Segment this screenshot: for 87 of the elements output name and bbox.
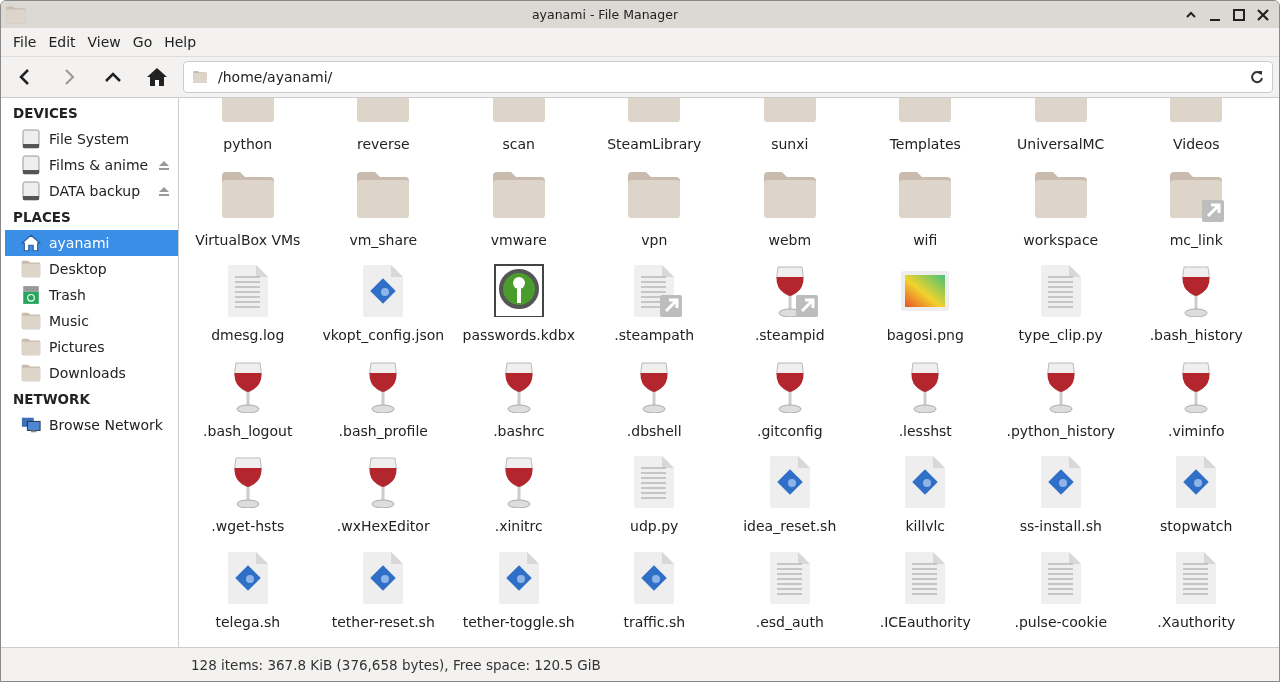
directory-entry[interactable]: .ICEauthority <box>857 545 993 642</box>
trash-icon <box>21 285 41 305</box>
directory-entry[interactable]: .bash_history <box>1128 259 1264 355</box>
sidebar-item[interactable]: Trash <box>5 282 178 308</box>
sidebar-item[interactable]: Browse Network <box>5 412 178 438</box>
directory-entry[interactable]: reverse <box>315 98 451 164</box>
directory-entry[interactable]: .lesshst <box>857 354 993 451</box>
sidebar-heading: DEVICES <box>12 104 79 123</box>
desktop-folder-icon <box>21 259 41 279</box>
drive-icon <box>21 155 41 175</box>
location-bar[interactable]: /home/ayanami/ <box>183 61 1273 93</box>
directory-entry[interactable]: bagosi.png <box>857 259 993 355</box>
directory-entry[interactable]: Templates <box>857 98 993 164</box>
window-title: ayanami - File Manager <box>530 7 680 22</box>
directory-entry[interactable]: .dbshell <box>586 354 722 451</box>
directory-entry[interactable]: telega.sh <box>180 545 316 642</box>
sidebar-item[interactable]: File System <box>5 126 178 152</box>
directory-entry[interactable]: traffic.sh <box>586 545 722 642</box>
directory-entry[interactable]: python <box>180 98 316 164</box>
directory-entry[interactable]: .python_history <box>993 354 1129 451</box>
menu-item[interactable]: Go <box>126 34 159 50</box>
directory-entry[interactable]: sunxi <box>722 98 858 164</box>
directory-entry[interactable]: stopwatch <box>1128 450 1264 546</box>
sidebar-item[interactable]: Desktop <box>5 256 178 282</box>
directory-entry[interactable]: ss-install.sh <box>993 450 1129 546</box>
directory-entry[interactable]: .viminfo <box>1128 354 1264 451</box>
eject-icon[interactable] <box>158 186 170 196</box>
music-folder-icon <box>21 311 41 331</box>
directory-entry[interactable]: .pulse-cookie <box>993 545 1129 642</box>
sidebar-heading: NETWORK <box>12 390 91 409</box>
directory-entry[interactable]: vpn <box>586 163 722 260</box>
drive-icon <box>21 129 41 149</box>
directory-entry[interactable]: vkopt_config.json <box>315 259 451 355</box>
status-bar: 128 items: 367.8 KiB (376,658 bytes), Free space: 120.5 GiB <box>1 647 1279 681</box>
directory-entry[interactable]: mc_link <box>1128 163 1264 260</box>
directory-entry[interactable]: .wget-hsts <box>180 450 316 546</box>
directory-entry[interactable]: .bashrc <box>451 354 587 451</box>
directory-entry[interactable]: VirtualBox VMs <box>180 163 316 260</box>
directory-entry[interactable]: .gitconfig <box>722 354 858 451</box>
menu-item[interactable]: Edit <box>42 34 82 50</box>
directory-entry[interactable]: killvlc <box>857 450 993 546</box>
menu-item[interactable]: File <box>7 34 43 50</box>
directory-entry[interactable]: udp.py <box>586 450 722 546</box>
directory-entry[interactable]: UniversalMC <box>993 98 1129 164</box>
directory-entry[interactable]: passwords.kdbx <box>451 259 587 355</box>
directory-entry[interactable]: vm_share <box>315 163 451 260</box>
directory-entry[interactable]: .steampid <box>722 259 858 355</box>
close-button[interactable] <box>1255 6 1271 23</box>
directory-entry[interactable]: wifi <box>857 163 993 260</box>
directory-entry[interactable]: tether-reset.sh <box>315 545 451 642</box>
sidebar-heading: PLACES <box>12 208 72 227</box>
directory-entry[interactable]: Videos <box>1128 98 1264 164</box>
directory-entry[interactable]: .bash_profile <box>315 354 451 451</box>
directory-entry[interactable]: .bash_logout <box>180 354 316 451</box>
directory-entry[interactable]: SteamLibrary <box>586 98 722 164</box>
directory-entry[interactable]: webm <box>722 163 858 260</box>
sidebar-item[interactable]: Downloads <box>5 360 178 386</box>
location-field[interactable]: /home/ayanami/ <box>216 68 1242 86</box>
folder-icon <box>5 4 27 25</box>
drive-icon <box>21 181 41 201</box>
reload-icon[interactable] <box>1250 70 1264 84</box>
sidebar-item[interactable]: DATA backup <box>5 178 178 204</box>
pictures-folder-icon <box>21 337 41 357</box>
directory-entry[interactable]: vmware <box>451 163 587 260</box>
menu-item[interactable]: View <box>81 34 127 50</box>
home-icon <box>146 66 168 88</box>
directory-entry[interactable]: .wxHexEditor <box>315 450 451 546</box>
directory-entry[interactable]: .Xauthority <box>1128 545 1264 642</box>
directory-entry[interactable]: idea_reset.sh <box>722 450 858 546</box>
directory-entry[interactable]: .steampath <box>586 259 722 355</box>
sidebar-item[interactable]: Music <box>5 308 178 334</box>
network-computers-icon <box>21 415 41 435</box>
menu-item[interactable]: Help <box>158 34 203 50</box>
directory-entry[interactable]: .esd_auth <box>722 545 858 642</box>
directory-entry[interactable]: workspace <box>993 163 1129 260</box>
directory-entry[interactable]: .xinitrc <box>451 450 587 546</box>
directory-entry[interactable]: scan <box>451 98 587 164</box>
directory-entry[interactable]: type_clip.py <box>993 259 1129 355</box>
directory-entry[interactable]: dmesg.log <box>180 259 316 355</box>
downloads-folder-icon <box>21 363 41 383</box>
eject-icon[interactable] <box>158 160 170 170</box>
maximize-button[interactable] <box>1231 6 1247 23</box>
sidebar-item[interactable]: Pictures <box>5 334 178 360</box>
directory-entry[interactable]: tether-toggle.sh <box>451 545 587 642</box>
folder-icon <box>192 70 208 84</box>
home-icon <box>21 233 41 253</box>
sidebar-item[interactable]: Films & anime <box>5 152 178 178</box>
